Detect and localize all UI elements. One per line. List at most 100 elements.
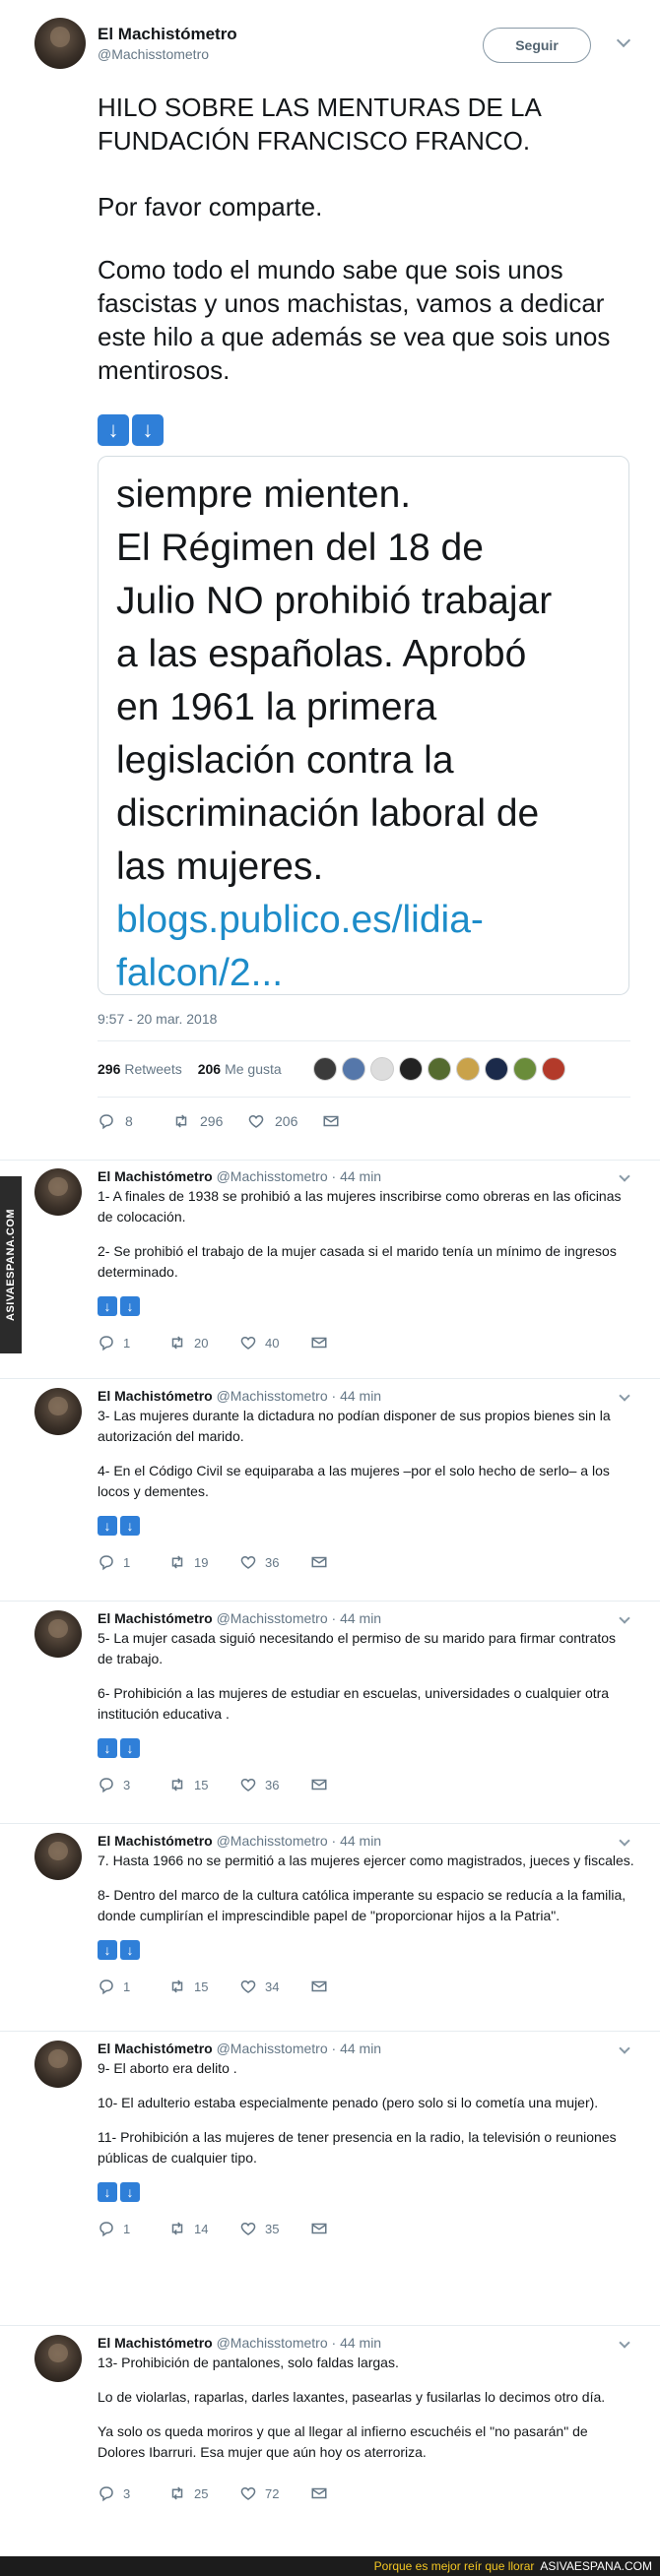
card-link[interactable]: falcon/2... (116, 947, 628, 994)
avatar[interactable] (34, 1610, 82, 1658)
author-name[interactable]: El Machistómetro (98, 1388, 213, 1404)
like-button[interactable]: 36 (239, 1553, 310, 1571)
chevron-down-icon[interactable] (616, 32, 631, 48)
card-link[interactable]: blogs.publico.es/lidia- (116, 894, 628, 947)
reply-text: 7. Hasta 1966 no se permitió a las mujer… (98, 1851, 634, 1926)
reply-button[interactable]: 1 (98, 1978, 168, 1995)
retweets-stat[interactable]: 296 Retweets (98, 1061, 182, 1077)
liker-avatar[interactable] (541, 1057, 565, 1081)
liker-avatar[interactable] (312, 1057, 337, 1081)
footer-banner: Porque es mejor reír que llorar ASIVAESP… (0, 2556, 660, 2576)
tweet-text: HILO SOBRE LAS MENTURAS DE LA FUNDACIÓN … (98, 91, 629, 446)
envelope-icon (323, 1115, 339, 1127)
author-name[interactable]: El Machistómetro (98, 1833, 213, 1849)
reply-button[interactable]: 1 (98, 1334, 168, 1351)
direct-message-button[interactable] (310, 2220, 381, 2237)
down-arrow-icon: ↓ (98, 414, 129, 446)
author-handle[interactable]: @Machisstometro (217, 1168, 328, 1184)
reply-time[interactable]: · 44 min (332, 1833, 382, 1849)
liker-avatar[interactable] (512, 1057, 537, 1081)
reply-time[interactable]: · 44 min (332, 2335, 382, 2351)
envelope-icon (311, 1779, 327, 1791)
retweet-button[interactable]: 19 (168, 1553, 239, 1571)
author-handle[interactable]: @Machisstometro (217, 1833, 328, 1849)
liker-avatar[interactable] (398, 1057, 423, 1081)
like-count: 36 (265, 1554, 280, 1570)
liker-avatar[interactable] (455, 1057, 480, 1081)
direct-message-button[interactable] (310, 1776, 381, 1793)
reply-button[interactable]: 3 (98, 2484, 168, 2502)
like-button[interactable]: 34 (239, 1978, 310, 1995)
retweets-count: 296 (98, 1061, 121, 1077)
likes-stat[interactable]: 206 Me gusta (198, 1061, 282, 1077)
card-text-line: siempre mienten. (116, 473, 412, 516)
reply-button[interactable]: 3 (98, 1776, 168, 1793)
tweet-timestamp[interactable]: 9:57 - 20 mar. 2018 (98, 1011, 640, 1027)
retweet-button[interactable]: 15 (168, 1978, 239, 1995)
direct-message-button[interactable] (310, 2484, 381, 2502)
reply-paragraph: 9- El aborto era delito . (98, 2060, 237, 2076)
like-button[interactable]: 72 (239, 2484, 310, 2502)
retweet-icon (171, 1979, 183, 1993)
reply-time[interactable]: · 44 min (332, 1388, 382, 1404)
direct-message-button[interactable] (310, 1334, 381, 1351)
avatar[interactable] (34, 2041, 82, 2088)
avatar[interactable] (34, 18, 86, 69)
avatar[interactable] (34, 1168, 82, 1216)
reply-count: 1 (123, 1335, 131, 1351)
retweet-button[interactable]: 20 (168, 1334, 239, 1351)
reply-actions: 3 15 36 (98, 1768, 640, 1801)
liker-avatar[interactable] (484, 1057, 508, 1081)
avatar[interactable] (34, 1833, 82, 1880)
reply-icon (99, 1336, 113, 1351)
footer-site[interactable]: ASIVAESPANA.COM (540, 2559, 652, 2573)
author-handle[interactable]: @Machisstometro (217, 1610, 328, 1626)
reply-button[interactable]: 8 (98, 1112, 172, 1130)
retweet-icon (171, 2486, 183, 2500)
down-arrow-icon: ↓ (98, 1940, 117, 1960)
retweet-icon (175, 1114, 187, 1128)
author-name[interactable]: El Machistómetro (98, 1610, 213, 1626)
reply-time[interactable]: · 44 min (332, 1168, 382, 1184)
card-text-line: a las españolas. Aprobó (116, 633, 527, 675)
direct-message-button[interactable] (322, 1112, 397, 1130)
author-handle[interactable]: @Machisstometro (217, 1388, 328, 1404)
direct-message-button[interactable] (310, 1553, 381, 1571)
reply-time[interactable]: · 44 min (332, 1610, 382, 1626)
retweet-button[interactable]: 25 (168, 2484, 239, 2502)
reply-count: 1 (123, 1979, 131, 1994)
liker-avatar[interactable] (369, 1057, 394, 1081)
like-button[interactable]: 40 (239, 1334, 310, 1351)
reply-actions: 3 25 72 (98, 2477, 640, 2510)
author-name[interactable]: El Machistómetro (98, 2041, 213, 2056)
author-name[interactable]: El Machistómetro (98, 1168, 213, 1184)
reply-header: El Machistómetro @Machisstometro · 44 mi… (98, 1610, 640, 1626)
author-handle[interactable]: @Machisstometro (217, 2041, 328, 2056)
reply-button[interactable]: 1 (98, 1553, 168, 1571)
liker-avatar[interactable] (341, 1057, 365, 1081)
retweet-button[interactable]: 14 (168, 2220, 239, 2237)
avatar[interactable] (34, 2335, 82, 2382)
reply-paragraph: Lo de violarlas, raparlas, darles laxant… (98, 2389, 606, 2405)
like-button[interactable]: 36 (239, 1776, 310, 1793)
author-name[interactable]: El Machistómetro (98, 25, 237, 44)
avatar[interactable] (34, 1388, 82, 1435)
reply-time[interactable]: · 44 min (332, 2041, 382, 2056)
liker-avatars (312, 1057, 565, 1081)
author-name[interactable]: El Machistómetro (98, 2335, 213, 2351)
author-handle[interactable]: @Machisstometro (98, 46, 237, 62)
retweet-button[interactable]: 296 (172, 1112, 247, 1130)
envelope-icon (311, 1980, 327, 1992)
retweet-count: 19 (194, 1554, 209, 1570)
retweet-button[interactable]: 15 (168, 1776, 239, 1793)
link-card[interactable]: siempre mienten. El Régimen del 18 de Ju… (98, 456, 629, 995)
follow-button[interactable]: Seguir (483, 28, 591, 63)
like-button[interactable]: 206 (247, 1112, 322, 1130)
author-handle[interactable]: @Machisstometro (217, 2335, 328, 2351)
like-button[interactable]: 35 (239, 2220, 310, 2237)
direct-message-button[interactable] (310, 1978, 381, 1995)
heart-icon (240, 1778, 256, 1791)
liker-avatar[interactable] (427, 1057, 451, 1081)
reply-button[interactable]: 1 (98, 2220, 168, 2237)
card-text-line: las mujeres. (116, 846, 324, 888)
